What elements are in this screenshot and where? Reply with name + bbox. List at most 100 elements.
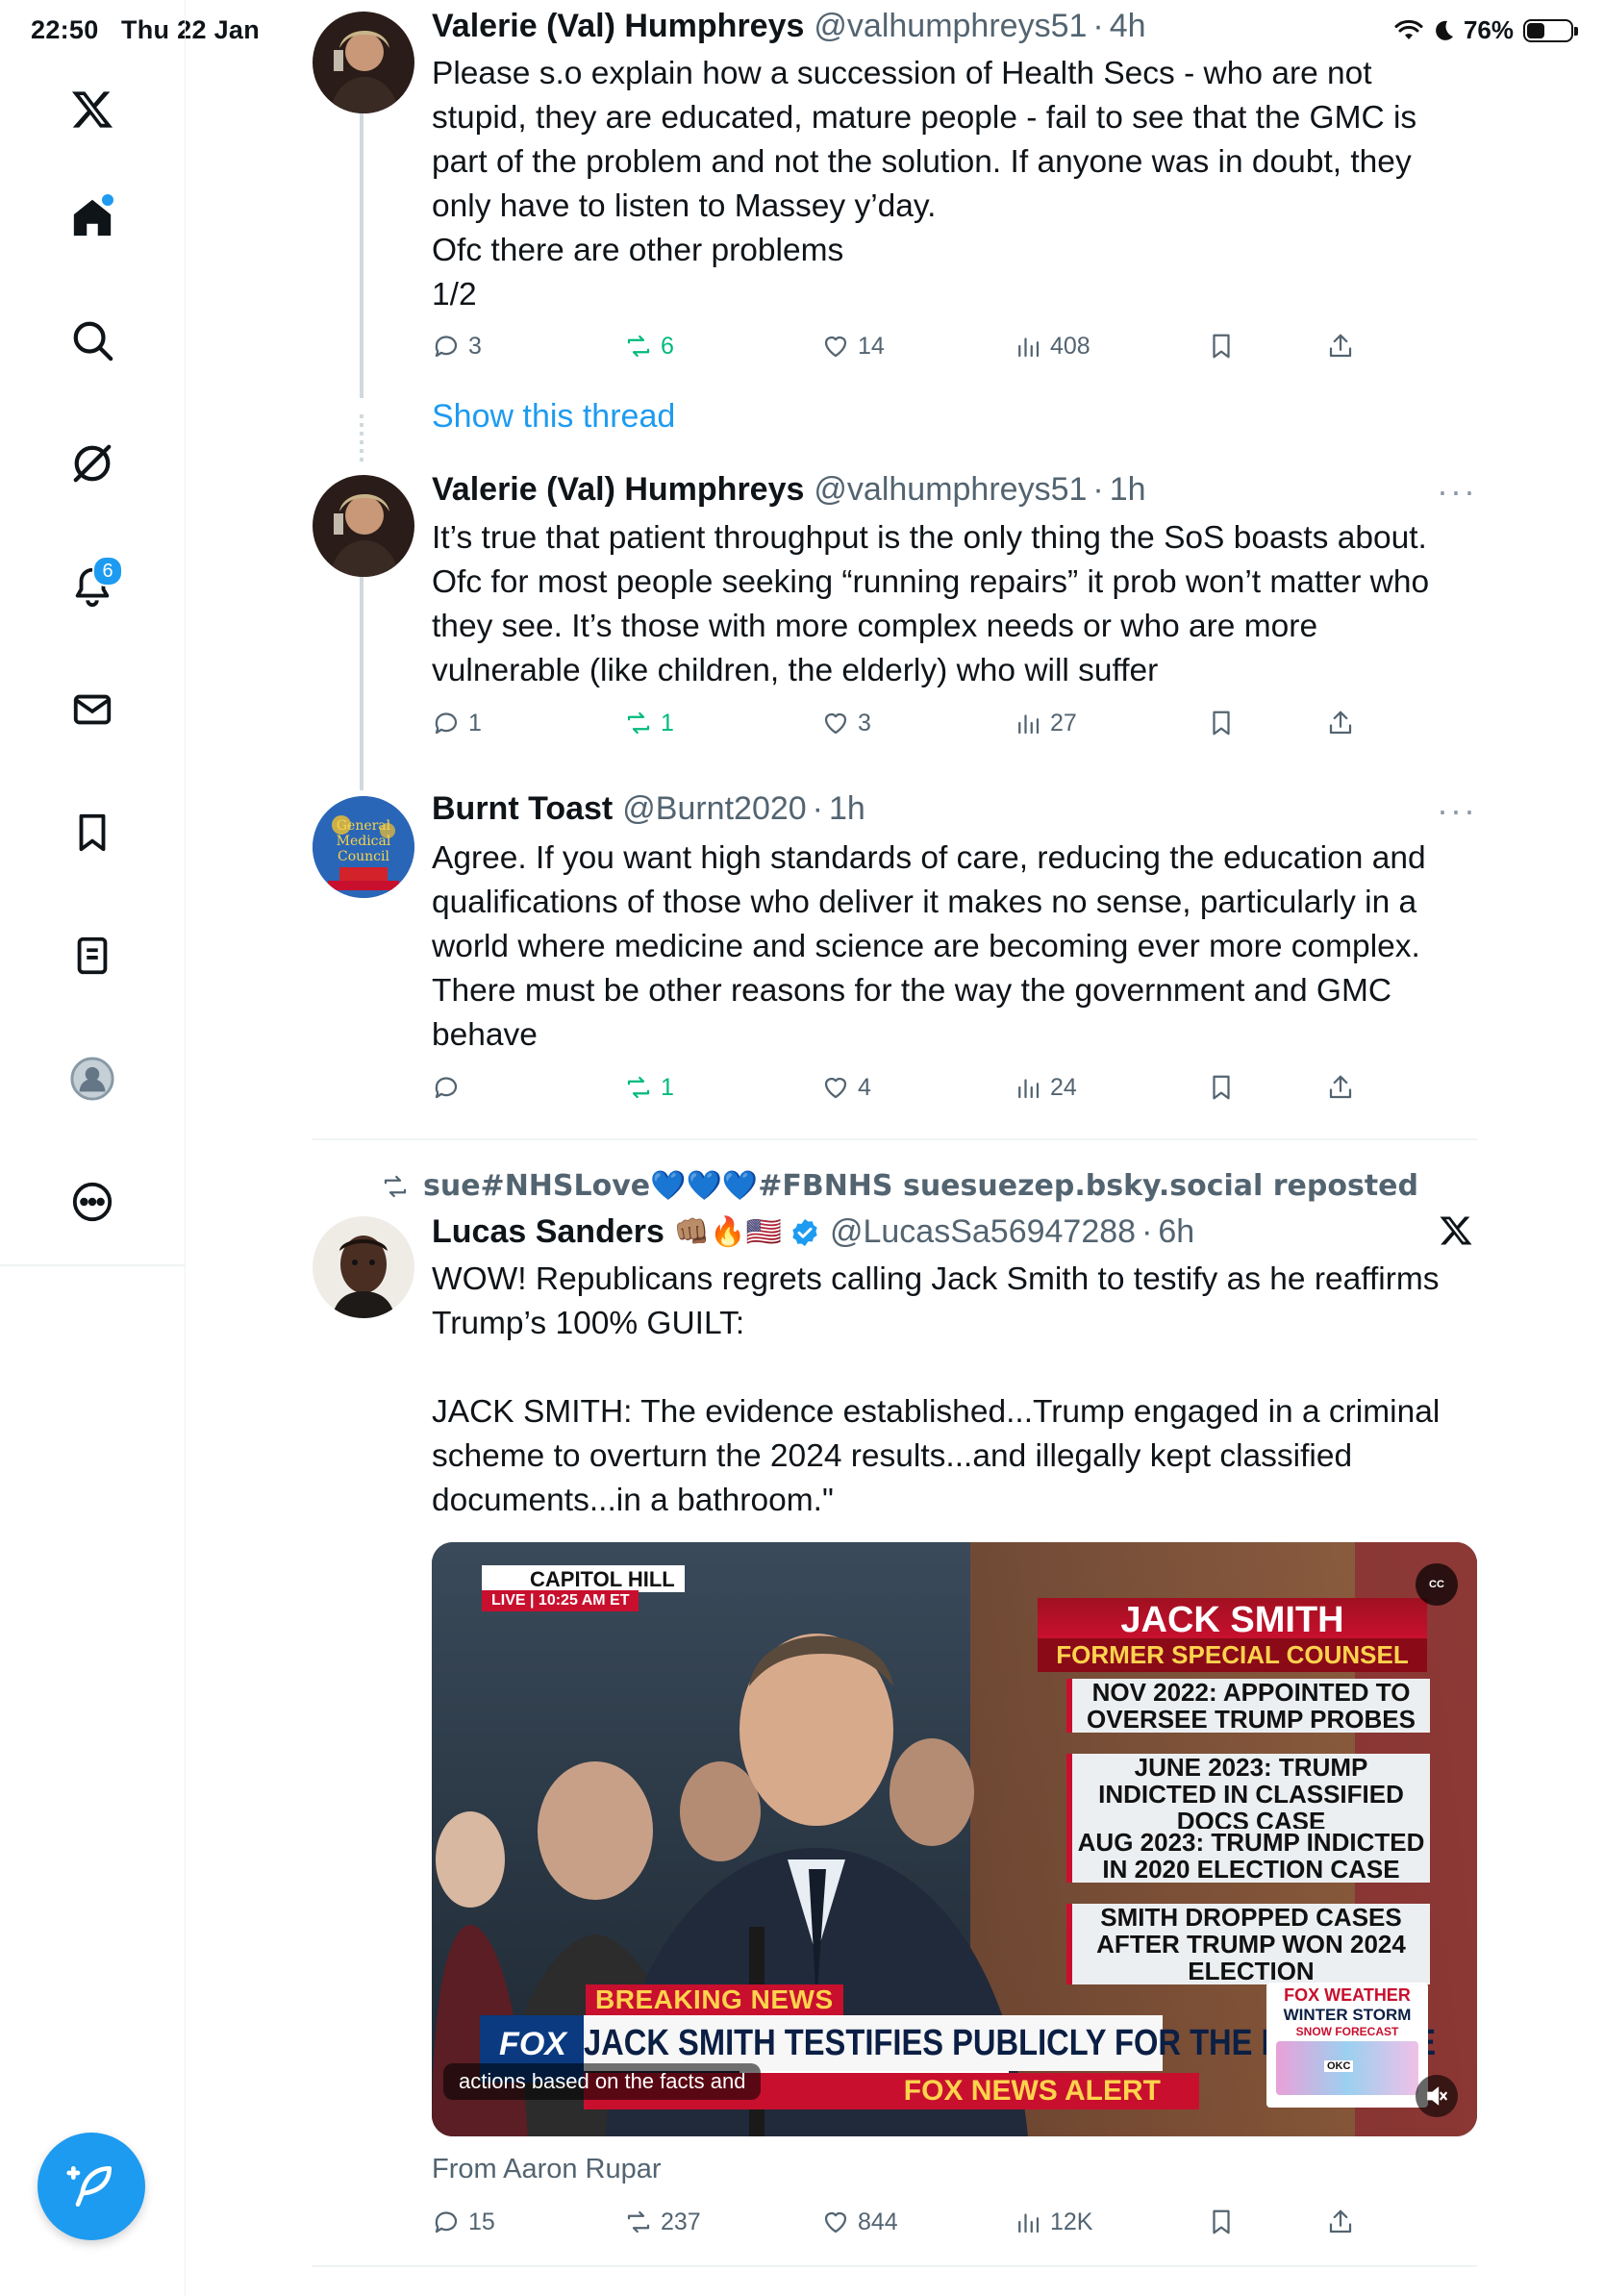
repost-count: 6 (661, 332, 674, 360)
x-logo-icon[interactable] (1439, 1213, 1473, 1253)
bookmark-icon (1213, 2209, 1230, 2234)
like-button[interactable]: 4 (821, 1073, 871, 1102)
like-button[interactable]: 3 (821, 709, 871, 737)
bookmark-button[interactable] (1207, 332, 1236, 361)
mute-button[interactable] (1416, 2075, 1458, 2117)
like-button[interactable]: 14 (821, 332, 885, 361)
weather-brand: FOX WEATHER (1284, 1985, 1411, 2005)
repost-indicator[interactable]: sue#NHSLove💙💙💙#FBNHS suesuezep.bsky.soci… (381, 1169, 1418, 1203)
timestamp[interactable]: 1h (1110, 471, 1146, 509)
reply-button[interactable]: 15 (432, 2208, 495, 2236)
avatar[interactable] (313, 12, 414, 113)
author-handle[interactable]: @LucasSa56947288 (830, 1213, 1136, 1251)
views-chart-icon (1018, 1079, 1040, 1099)
nav-messages-icon[interactable] (56, 673, 129, 746)
heart-icon (824, 1077, 847, 1099)
show-thread-link[interactable]: Show this thread (432, 398, 675, 436)
reply-count: 3 (468, 332, 482, 360)
nav-profile-avatar[interactable] (56, 1042, 129, 1115)
nav-home-icon[interactable] (56, 181, 129, 254)
nav-divider (0, 1264, 185, 1266)
avatar[interactable]: General Medical Council (313, 796, 414, 898)
timestamp[interactable]: 4h (1110, 8, 1146, 45)
author-name[interactable]: Lucas Sanders (432, 1213, 664, 1251)
chyron-fact: AUG 2023: TRUMP INDICTED IN 2020 ELECTIO… (1066, 1829, 1430, 1883)
share-button[interactable] (1326, 2208, 1355, 2236)
views-button[interactable]: 12K (1014, 2208, 1092, 2236)
repost-button[interactable]: 237 (624, 2208, 701, 2236)
tweet-text: Agree. If you want high standards of car… (432, 840, 1426, 1053)
chyron-person-name: JACK SMITH (1038, 1598, 1427, 1638)
thread-connector (360, 113, 363, 398)
bookmark-button[interactable] (1207, 709, 1236, 737)
repost-button[interactable]: 1 (624, 1073, 674, 1102)
x-logo-icon[interactable] (56, 73, 129, 146)
more-options-icon[interactable]: ··· (1437, 790, 1477, 831)
nav-more-icon[interactable] (56, 1165, 129, 1238)
reply-icon (435, 712, 458, 735)
weather-city: OKC (1324, 2060, 1354, 2072)
speaker-muted-icon (1427, 2086, 1447, 2106)
reposted-by-text: sue#NHSLove💙💙💙#FBNHS suesuezep.bsky.soci… (423, 1169, 1418, 1203)
like-button[interactable]: 844 (821, 2208, 898, 2236)
author-handle[interactable]: @Burnt2020 (622, 790, 806, 828)
views-button[interactable]: 27 (1014, 709, 1077, 737)
reply-button[interactable]: 3 (432, 332, 482, 361)
share-button[interactable] (1326, 1073, 1355, 1102)
thread-connector (360, 577, 363, 790)
reply-count: 1 (468, 709, 482, 736)
repost-icon (384, 1175, 407, 1197)
repost-count: 1 (661, 1073, 674, 1101)
repost-button[interactable]: 6 (624, 332, 674, 361)
nav-bookmarks-icon[interactable] (56, 796, 129, 869)
repost-icon (627, 2210, 650, 2234)
timestamp[interactable]: 1h (829, 790, 865, 828)
tweet-actions: 15 237 844 12K (432, 2208, 1393, 2246)
like-count: 3 (858, 709, 871, 736)
heart-icon (824, 336, 847, 358)
more-options-icon[interactable]: ··· (1437, 471, 1477, 512)
avatar[interactable] (313, 1216, 414, 1318)
timestamp[interactable]: 6h (1158, 1213, 1194, 1251)
share-button[interactable] (1326, 332, 1355, 361)
svg-text:Medical: Medical (337, 834, 391, 849)
views-chart-icon (1018, 337, 1040, 358)
nav-grok-icon[interactable] (56, 427, 129, 500)
reply-button[interactable] (432, 1073, 468, 1102)
nav-notifications-icon[interactable]: 6 (56, 550, 129, 623)
nav-lists-icon[interactable] (56, 919, 129, 992)
closed-captions-button[interactable]: CC (1416, 1563, 1458, 1606)
wifi-icon (1394, 19, 1423, 39)
bookmark-button[interactable] (1207, 1073, 1236, 1102)
author-name[interactable]: Valerie (Val) Humphreys (432, 8, 804, 45)
reply-icon (435, 1077, 458, 1099)
live-badge: LIVE | 10:25 AM ET (482, 1590, 639, 1611)
repost-count: 237 (661, 2208, 701, 2235)
author-handle[interactable]: @valhumphreys51 (814, 8, 1087, 45)
bookmark-button[interactable] (1207, 2208, 1236, 2236)
moon-icon (1436, 20, 1453, 40)
video-attribution[interactable]: From Aaron Rupar (432, 2154, 662, 2185)
nav-search-icon[interactable] (56, 304, 129, 377)
video-player[interactable]: CAPITOL HILL LIVE | 10:25 AM ET JACK SMI… (432, 1542, 1477, 2136)
tweet-text: It’s true that patient throughput is the… (432, 520, 1430, 688)
views-button[interactable]: 408 (1014, 332, 1090, 361)
like-count: 14 (858, 332, 885, 360)
repost-icon (627, 1076, 650, 1099)
share-button[interactable] (1326, 709, 1355, 737)
weather-title: WINTER STORM (1283, 2006, 1412, 2024)
battery-icon (1523, 18, 1578, 42)
reply-button[interactable]: 1 (432, 709, 482, 737)
reply-count: 15 (468, 2208, 495, 2235)
tweet-actions: 1 1 3 27 (432, 709, 1393, 747)
repost-button[interactable]: 1 (624, 709, 674, 737)
author-handle[interactable]: @valhumphreys51 (814, 471, 1087, 509)
avatar[interactable] (313, 475, 414, 577)
compose-button[interactable] (38, 2133, 145, 2240)
author-name[interactable]: Valerie (Val) Humphreys (432, 471, 804, 509)
tweet-header: Valerie (Val) Humphreys @valhumphreys51 … (432, 471, 1146, 509)
views-button[interactable]: 24 (1014, 1073, 1077, 1102)
author-name[interactable]: Burnt Toast (432, 790, 613, 828)
bookmark-icon (1213, 334, 1230, 359)
left-nav: 6 (0, 0, 186, 2296)
